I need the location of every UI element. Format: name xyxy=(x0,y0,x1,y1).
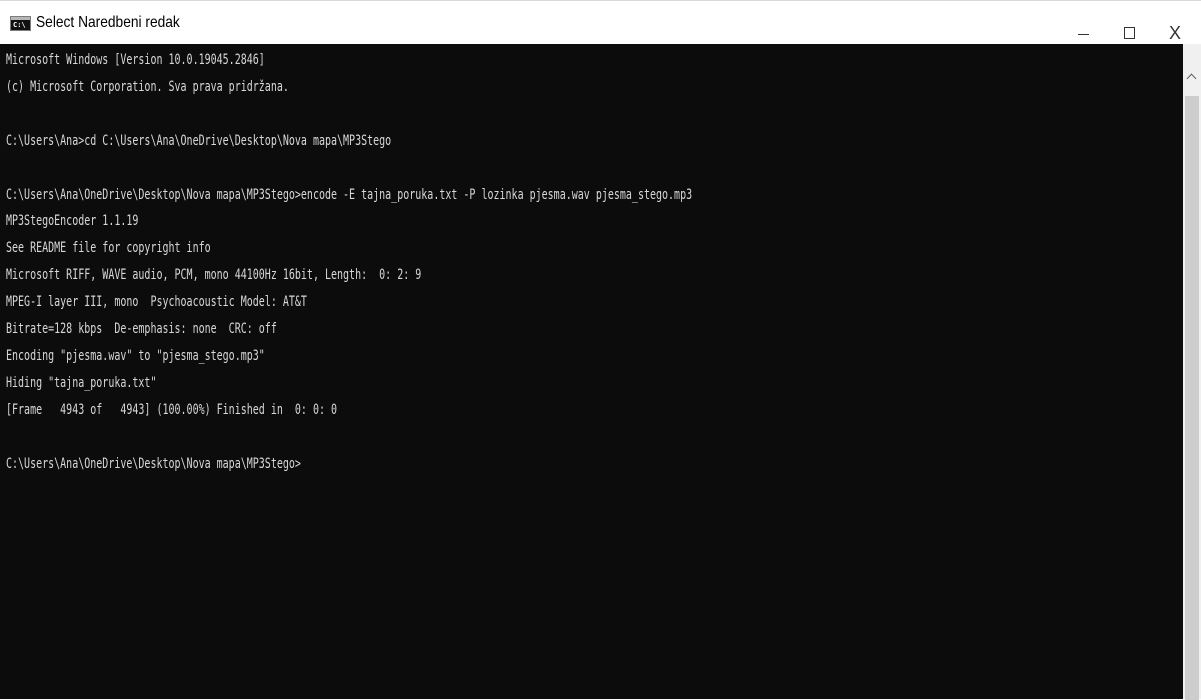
console-line: [Frame 4943 of 4943] (100.00%) Finished … xyxy=(6,400,338,418)
scrollbar-thumb[interactable] xyxy=(1185,96,1199,700)
close-icon: X xyxy=(1169,23,1182,43)
console-line: MPEG-I layer III, mono Psychoacoustic Mo… xyxy=(6,293,307,311)
console-line: Microsoft Windows [Version 10.0.19045.28… xyxy=(6,51,265,68)
console-line: Microsoft RIFF, WAVE audio, PCM, mono 44… xyxy=(6,266,422,284)
console-line: C:\Users\Ana>cd C:\Users\Ana\OneDrive\De… xyxy=(6,131,392,149)
console-line: Encoding "pjesma.wav" to "pjesma_stego.m… xyxy=(6,346,265,364)
console-line: Hiding "tajna_poruka.txt" xyxy=(6,373,157,391)
title-bar[interactable]: C:\ Select Naredbeni redak X xyxy=(0,0,1201,44)
maximize-button[interactable] xyxy=(1109,1,1155,45)
minimize-button[interactable] xyxy=(1060,1,1106,45)
console-line: Bitrate=128 kbps De-emphasis: none CRC: … xyxy=(6,320,277,338)
scroll-up-icon[interactable] xyxy=(1183,44,1201,84)
vertical-scrollbar[interactable] xyxy=(1183,44,1201,700)
console-output-area[interactable]: Microsoft Windows [Version 10.0.19045.28… xyxy=(0,44,1183,699)
cmd-icon[interactable]: C:\ xyxy=(10,16,31,31)
console-line: (c) Microsoft Corporation. Sva prava pri… xyxy=(6,77,289,95)
console-line: C:\Users\Ana\OneDrive\Desktop\Nova mapa\… xyxy=(6,185,693,203)
console-text: Microsoft Windows [Version 10.0.19045.28… xyxy=(6,47,692,478)
console-line: See README file for copyright info xyxy=(6,239,211,257)
console-line: C:\Users\Ana\OneDrive\Desktop\Nova mapa\… xyxy=(6,454,301,472)
close-button[interactable]: X xyxy=(1155,1,1201,45)
window-title: Select Naredbeni redak xyxy=(36,14,180,31)
command-prompt-window: C:\ Select Naredbeni redak X Microsoft W… xyxy=(0,0,1201,700)
console-line: MP3StegoEncoder 1.1.19 xyxy=(6,212,139,230)
